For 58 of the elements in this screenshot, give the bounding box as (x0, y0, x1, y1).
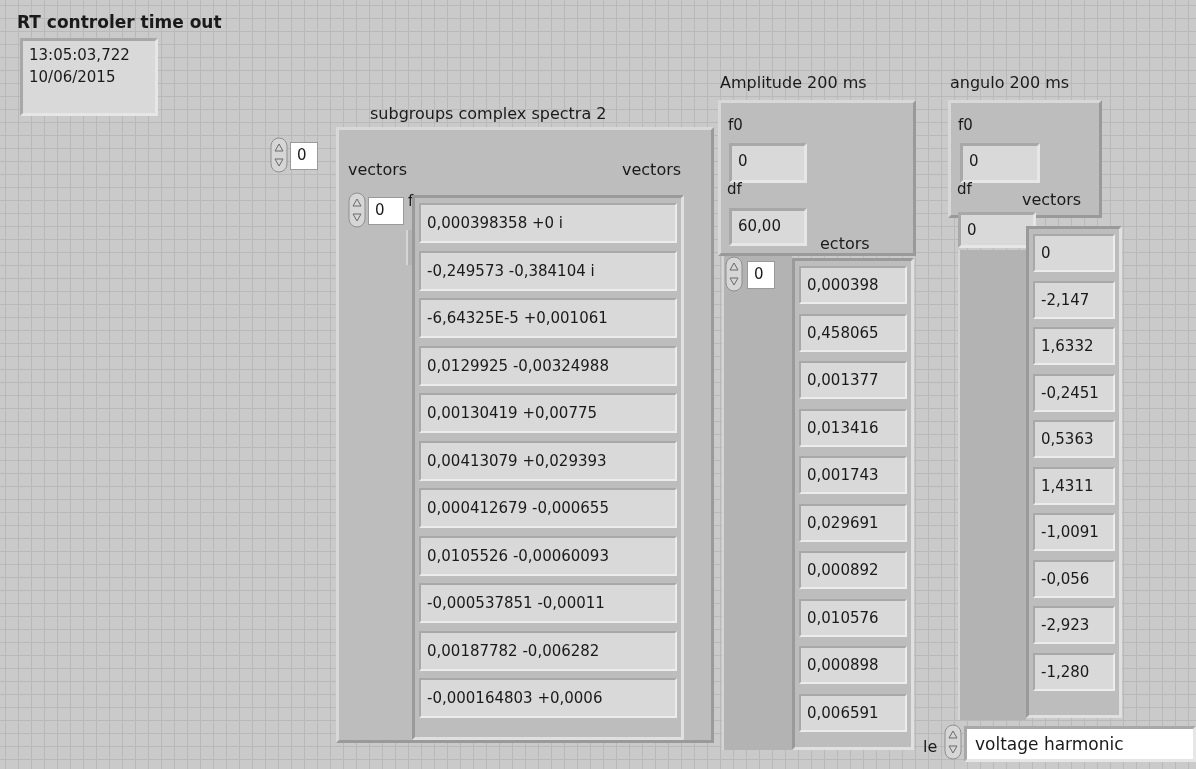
df-display: 0 (958, 212, 1036, 248)
value-display: 0,458065 (799, 313, 907, 352)
array-label: Amplitude 200 ms (720, 73, 867, 92)
value-display: -0,000164803 +0,0006 (419, 678, 677, 718)
ring-control[interactable]: voltage harmonic (964, 726, 1196, 762)
array-label: angulo 200 ms (950, 73, 1070, 92)
element-label: ectors (820, 234, 870, 253)
field-label: df (727, 180, 742, 198)
value-display: 0,000398 (799, 266, 907, 304)
indicator-label: RT controler time out (17, 12, 222, 32)
f0-display: 0 (960, 143, 1040, 183)
timestamp-display: 13:05:03,722 10/06/2015 (20, 38, 158, 116)
increment-decrement-icon[interactable] (725, 256, 743, 292)
field-label: df (957, 180, 972, 198)
df-display: 60,00 (729, 208, 807, 246)
value-display: 0,00130419 +0,00775 (419, 393, 677, 433)
value-display: 0,000412679 -0,000655 (419, 488, 677, 528)
value-display: -1,280 (1033, 652, 1115, 691)
field-label: f0 (728, 116, 743, 134)
value-display: 0,00187782 -0,006282 (419, 630, 677, 671)
value-display: 1,4311 (1033, 466, 1115, 505)
value-display: -0,249573 -0,384104 i (419, 250, 677, 291)
value-display: 0,029691 (799, 503, 907, 542)
element-label: vectors (622, 160, 682, 179)
value-display: 0,0129925 -0,00324988 (419, 345, 677, 386)
value-display: 0,000898 (799, 646, 907, 684)
value-display: 0,006591 (799, 693, 907, 732)
value-display: 0,0105526 -0,00060093 (419, 535, 677, 576)
value-display: 0,000892 (799, 551, 907, 589)
value-display: 0,00413079 +0,029393 (419, 440, 677, 481)
field-label: le (923, 737, 938, 756)
value-display: -0,2451 (1033, 373, 1115, 412)
value-display: -0,000537851 -0,00011 (419, 583, 677, 623)
value-display: 0,5363 (1033, 420, 1115, 458)
increment-decrement-icon[interactable] (348, 192, 366, 228)
increment-decrement-icon[interactable] (270, 137, 288, 173)
element-label: f (408, 192, 414, 210)
value-display: 0,001377 (799, 361, 907, 399)
index-field[interactable]: 0 (368, 197, 404, 225)
value-display: -2,923 (1033, 606, 1115, 644)
array-label: subgroups complex spectra 2 (370, 104, 607, 123)
value-display: 1,6332 (1033, 327, 1115, 365)
value-display: 0 (1033, 234, 1115, 272)
value-display: 0,001743 (799, 456, 907, 494)
index-field[interactable]: 0 (290, 142, 318, 170)
element-label: vectors (1022, 190, 1082, 209)
field-label: f0 (958, 116, 973, 134)
value-display: -6,64325E-5 +0,001061 (419, 298, 677, 338)
index-field[interactable]: 0 (747, 261, 775, 289)
value-display: -2,147 (1033, 280, 1115, 319)
value-display: 0,000398358 +0 i (419, 203, 677, 243)
value-display: -1,0091 (1033, 513, 1115, 551)
value-display: -0,056 (1033, 559, 1115, 598)
element-label: vectors (348, 160, 408, 179)
f0-display: 0 (729, 143, 807, 183)
increment-decrement-icon[interactable] (944, 724, 962, 760)
value-display: 0,013416 (799, 408, 907, 447)
value-display: 0,010576 (799, 598, 907, 637)
